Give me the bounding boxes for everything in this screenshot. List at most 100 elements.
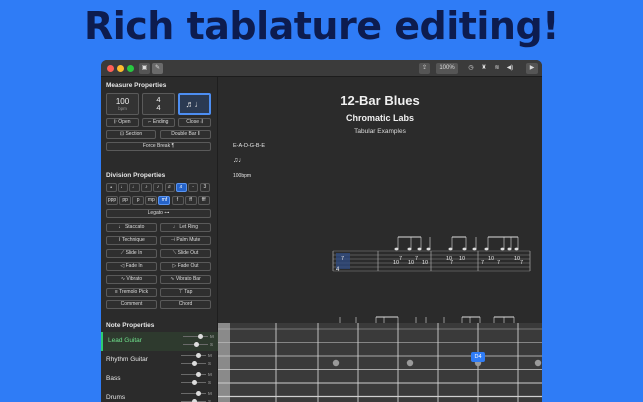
slider-knob[interactable] <box>198 334 203 339</box>
staccato-button[interactable]: ♩ Staccato <box>106 223 157 232</box>
comment-button[interactable]: Comment <box>106 300 157 310</box>
double-bar-button[interactable]: Double Bar ‖ <box>160 130 211 139</box>
slider-knob[interactable] <box>192 380 197 385</box>
note-head <box>500 247 505 251</box>
close-label: Close <box>186 119 199 125</box>
slider-knob[interactable] <box>192 361 197 366</box>
zoom-window-button[interactable] <box>127 65 134 72</box>
technique-button[interactable]: ⌇ Technique <box>106 235 157 245</box>
repeat-close-button[interactable]: Close 𝄇 <box>178 118 211 127</box>
tab-staff[interactable]: 7107107101071071071078108108108108101081… <box>218 77 542 323</box>
note-value-icon[interactable]: ♩ <box>129 183 140 192</box>
fret-note-marker[interactable]: D4 <box>471 352 485 362</box>
volume-slider[interactable] <box>181 353 206 358</box>
dynamic-mf[interactable]: mf <box>158 196 171 205</box>
note-head <box>472 247 477 251</box>
slider-knob[interactable] <box>196 353 201 358</box>
close-window-button[interactable] <box>107 65 114 72</box>
legato-button[interactable]: Legato ⊶ <box>106 209 211 218</box>
repeat-open-button[interactable]: 𝄆 Open <box>106 118 139 127</box>
note-head <box>462 247 467 251</box>
note-value-icon[interactable]: - <box>187 183 199 192</box>
dynamic-mp[interactable]: mp <box>145 196 158 205</box>
option-label: Staccato <box>124 224 145 230</box>
track-row[interactable]: Drums M S <box>101 389 218 402</box>
volume-slider[interactable] <box>181 391 206 396</box>
slider-knob[interactable] <box>196 372 201 377</box>
note-value-icon[interactable]: ♩ <box>117 183 129 192</box>
vibrato-button[interactable]: ∿ Vibrato <box>106 274 157 284</box>
note-value-icon[interactable]: 𝅝 <box>106 183 117 192</box>
tab-fret-number: 7 <box>415 256 418 262</box>
mute-button[interactable]: M <box>208 391 212 396</box>
note-head <box>407 247 412 251</box>
option-label: Vibrato Bar <box>175 275 201 282</box>
chord-button[interactable]: Chord <box>160 300 211 310</box>
metronome-icon[interactable]: ♜ <box>479 63 489 74</box>
slide-in-button[interactable]: ⟋ Slide In <box>106 248 157 258</box>
track-row[interactable]: Rhythm Guitar M S <box>101 351 218 370</box>
volume-slider[interactable] <box>181 372 206 377</box>
tempo-box[interactable]: 100 bpm <box>106 93 139 115</box>
dynamic-f[interactable]: f <box>171 196 184 205</box>
note-value-icon[interactable]: ♬♩ <box>178 93 211 115</box>
pan-slider[interactable] <box>181 361 206 366</box>
ending-button[interactable]: ⌐ Ending <box>142 118 175 127</box>
mute-button[interactable]: M <box>208 353 212 358</box>
fade-in-button[interactable]: ◁ Fade In <box>106 261 157 271</box>
solo-button[interactable]: S <box>208 380 211 385</box>
clock-icon[interactable]: ◷ <box>466 63 476 74</box>
palm-mute-button[interactable]: ⊣ Palm Mute <box>160 235 211 245</box>
instrument-icon[interactable]: ≋ <box>492 63 502 74</box>
share-icon[interactable]: ⇪ <box>419 63 430 74</box>
measure-properties-title: Measure Properties <box>106 82 167 89</box>
sidebar-toggle-icon[interactable]: ▣ <box>139 63 150 74</box>
mute-button[interactable]: M <box>208 372 212 377</box>
edit-pencil-icon[interactable]: ✎ <box>152 63 163 74</box>
tab-fret-number: 7 <box>520 260 523 266</box>
track-row[interactable]: Bass M S <box>101 370 218 389</box>
note-value-icon[interactable]: ♬ <box>164 183 175 192</box>
dynamic-ff[interactable]: ff <box>184 196 197 205</box>
pan-slider[interactable] <box>183 342 208 347</box>
play-button[interactable]: ▶ <box>526 63 538 74</box>
vibrato-bar-button[interactable]: ∿ Vibrato Bar <box>160 274 211 284</box>
note-value-icon[interactable]: ♪ <box>141 183 152 192</box>
option-label: Let Ring <box>179 224 198 230</box>
minimize-window-button[interactable] <box>117 65 124 72</box>
force-break-button[interactable]: Force Break ¶ <box>106 142 211 151</box>
time-signature-box[interactable]: 4 4 <box>142 93 175 115</box>
pan-slider[interactable] <box>181 380 206 385</box>
fretboard[interactable]: D4 <box>218 323 542 402</box>
note-value-icon[interactable]: ♪ <box>152 183 164 192</box>
dynamic-fff[interactable]: fff <box>197 196 210 205</box>
option-label: Chord <box>178 301 193 308</box>
volume-icon[interactable]: ◀) <box>505 63 515 74</box>
dynamic-pp[interactable]: pp <box>119 196 132 205</box>
tab-fret-number: 7 <box>399 256 402 262</box>
let-ring-button[interactable]: ♩ Let Ring <box>160 223 211 232</box>
section-button[interactable]: ⊡ Section <box>106 130 156 139</box>
note-value-icon[interactable]: 3 <box>199 183 211 192</box>
option-label: Fade Out <box>177 262 199 269</box>
ending-label: Ending <box>152 119 169 125</box>
dynamic-ppp[interactable]: ppp <box>106 196 118 205</box>
mute-button[interactable]: M <box>210 334 214 339</box>
tab-fret-number: 7 <box>497 260 500 266</box>
slider-knob[interactable] <box>194 342 199 347</box>
track-row[interactable]: Lead Guitar M S <box>101 332 218 351</box>
note-value-icon[interactable]: ♬ <box>176 183 187 192</box>
fade-out-button[interactable]: ▷ Fade Out <box>160 261 211 271</box>
volume-slider[interactable] <box>183 334 208 339</box>
solo-button[interactable]: S <box>208 361 211 366</box>
tremolo-pick-button[interactable]: ≡ Tremolo Pick <box>106 287 157 297</box>
dynamic-p[interactable]: p <box>132 196 145 205</box>
note-head <box>417 247 422 251</box>
zoom-level[interactable]: 100% <box>436 63 458 74</box>
slider-knob[interactable] <box>196 391 201 396</box>
fretboard-strings <box>218 323 542 402</box>
tap-button[interactable]: ⊤ Tap <box>160 287 211 297</box>
option-label: Technique <box>121 236 145 243</box>
slide-out-button[interactable]: ⟍ Slide Out <box>160 248 211 258</box>
solo-button[interactable]: S <box>210 342 213 347</box>
